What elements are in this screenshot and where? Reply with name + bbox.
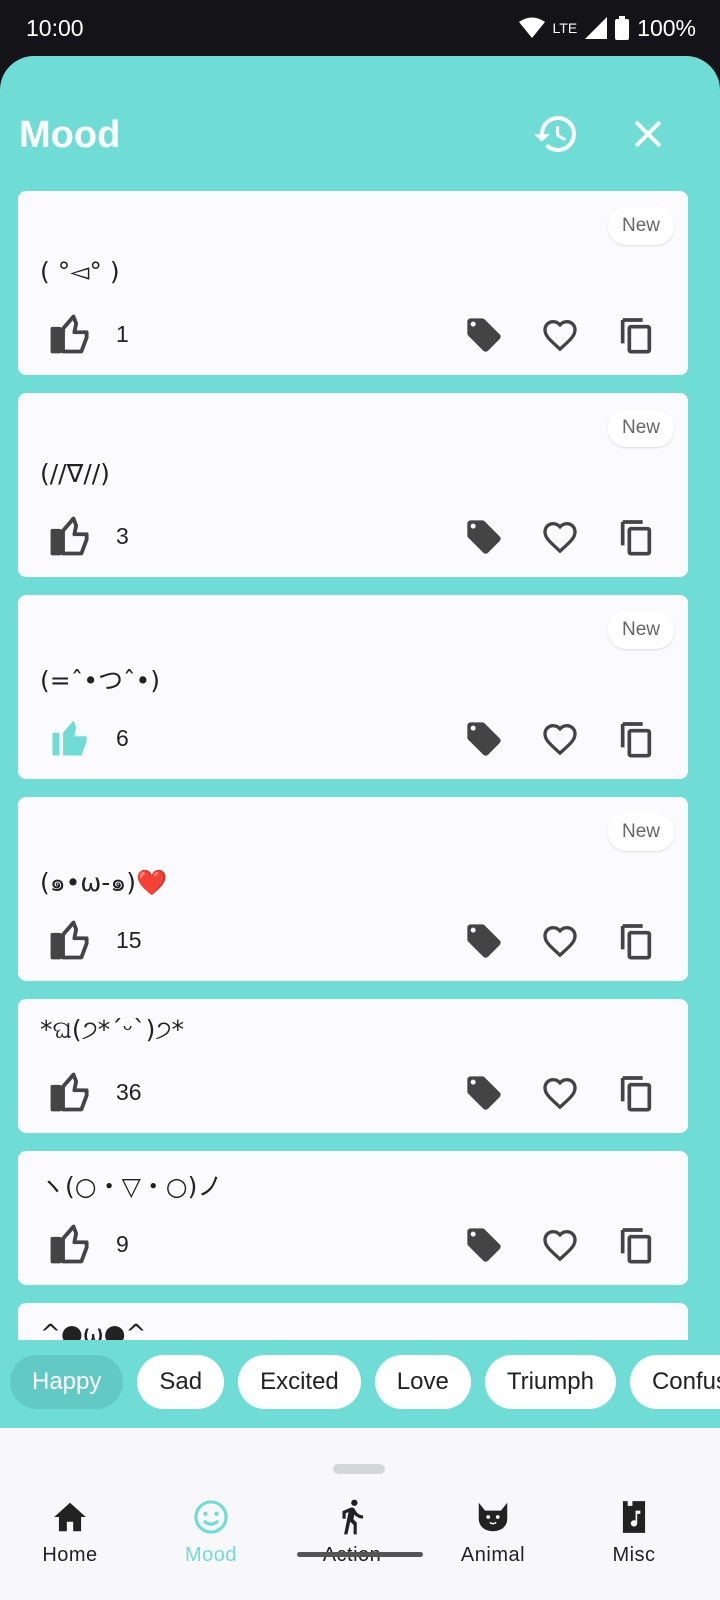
music-note-icon: [622, 1501, 646, 1533]
page-title: Mood: [19, 114, 121, 156]
history-icon: [534, 116, 576, 152]
copy-icon[interactable]: [616, 921, 656, 961]
chip-sad[interactable]: Sad: [137, 1355, 225, 1409]
like-count: 15: [116, 927, 142, 953]
signal-icon: [585, 17, 608, 39]
tag-icon[interactable]: [464, 719, 504, 759]
new-badge: New: [607, 409, 674, 447]
thumbs-up-icon[interactable]: [48, 1071, 92, 1113]
nav-label: Animal: [460, 1544, 526, 1566]
like-count: 1: [116, 321, 129, 347]
thumbs-up-icon[interactable]: [48, 515, 92, 557]
nav-misc[interactable]: Misc: [574, 1498, 694, 1567]
kaomoji-text[interactable]: ヽ(○・▽・○)ノ: [40, 1167, 222, 1203]
home-icon: [54, 1502, 86, 1532]
nav-label: Misc: [612, 1544, 656, 1566]
nav-label: Home: [42, 1544, 98, 1566]
kaomoji-text[interactable]: *ଘ(੭*ˊᵕˋ)੭*: [40, 1015, 184, 1045]
kaomoji-text[interactable]: (๑•ω-๑)❤️: [40, 863, 167, 903]
kaomoji-text[interactable]: ^●ω●^: [40, 1319, 146, 1340]
copy-icon[interactable]: [616, 719, 656, 759]
new-badge: New: [607, 207, 674, 245]
bottom-nav: HomeMoodActionAnimalMisc: [0, 1428, 720, 1600]
thumbs-up-icon[interactable]: [48, 1223, 92, 1265]
heart-icon[interactable]: [540, 1073, 580, 1113]
heart-icon[interactable]: [540, 315, 580, 355]
gesture-bar: [297, 1552, 423, 1557]
category-chips: HappySadExcitedLoveTriumphConfused: [10, 1355, 720, 1409]
nav-animal[interactable]: Animal: [433, 1498, 553, 1567]
thumbs-up-icon[interactable]: [48, 313, 92, 355]
chip-excited[interactable]: Excited: [238, 1355, 361, 1409]
chip-triumph[interactable]: Triumph: [484, 1355, 616, 1409]
tag-icon[interactable]: [464, 517, 504, 557]
smiley-icon: [194, 1500, 228, 1534]
status-bar: 10:00 LTE 100%: [0, 0, 720, 56]
close-icon: [634, 120, 662, 148]
like-count: 9: [116, 1231, 129, 1257]
close-button[interactable]: [624, 110, 672, 158]
kaomoji-text[interactable]: (//∇//): [40, 459, 110, 488]
heart-icon[interactable]: [540, 921, 580, 961]
thumbs-up-icon[interactable]: [48, 919, 92, 961]
drag-handle[interactable]: [333, 1464, 385, 1474]
battery-icon: [615, 16, 630, 40]
heart-icon[interactable]: [540, 719, 580, 759]
network-label: LTE: [552, 20, 578, 36]
tag-icon[interactable]: [464, 315, 504, 355]
tag-icon[interactable]: [464, 1225, 504, 1265]
copy-icon[interactable]: [616, 517, 656, 557]
heart-icon[interactable]: [540, 1225, 580, 1265]
tag-icon[interactable]: [464, 921, 504, 961]
kaomoji-card[interactable]: New (๑•ω-๑)❤️ 15: [18, 797, 688, 981]
copy-icon[interactable]: [616, 1073, 656, 1113]
copy-icon[interactable]: [616, 1225, 656, 1265]
kaomoji-text[interactable]: ( °◅° ): [40, 257, 120, 286]
like-count: 36: [116, 1079, 142, 1105]
chip-love[interactable]: Love: [374, 1355, 471, 1409]
new-badge: New: [607, 611, 674, 649]
kaomoji-card[interactable]: New (//∇//) 3: [18, 393, 688, 577]
kaomoji-text[interactable]: (=ˆ•つˆ•): [40, 661, 160, 697]
history-button[interactable]: [532, 110, 580, 158]
chip-happy[interactable]: Happy: [10, 1355, 124, 1409]
kaomoji-card[interactable]: New ( °◅° ) 1: [18, 191, 688, 375]
heart-icon[interactable]: [540, 517, 580, 557]
chip-confused[interactable]: Confused: [629, 1355, 720, 1409]
kaomoji-card[interactable]: ^●ω●^: [18, 1303, 688, 1340]
wifi-icon: [518, 17, 545, 38]
kaomoji-card[interactable]: *ଘ(੭*ˊᵕˋ)੭* 36: [18, 999, 688, 1133]
kaomoji-card[interactable]: New (=ˆ•つˆ•) 6: [18, 595, 688, 779]
nav-home[interactable]: Home: [10, 1498, 130, 1567]
like-count: 6: [116, 725, 129, 751]
cat-icon: [478, 1502, 508, 1532]
thumbs-up-filled-icon[interactable]: [48, 717, 92, 759]
like-count: 3: [116, 523, 129, 549]
nav-mood[interactable]: Mood: [151, 1498, 271, 1567]
nav-label: Mood: [184, 1544, 238, 1566]
tag-icon[interactable]: [464, 1073, 504, 1113]
kaomoji-list[interactable]: New( °◅° ) 1 New (//∇//) 3 New (=ˆ•つˆ•) 6 …: [18, 191, 688, 1340]
battery-level: 100%: [637, 14, 696, 41]
clock: 10:00: [26, 14, 84, 41]
copy-icon[interactable]: [616, 315, 656, 355]
running-icon: [342, 1499, 364, 1535]
mood-panel: Mood New ( °◅° ) 1 New (//∇//) 3 New (=ˆ•つˆ…: [0, 56, 720, 1428]
kaomoji-card[interactable]: ヽ(○・▽・○)ノ 9: [18, 1151, 688, 1285]
new-badge: New: [607, 813, 674, 851]
